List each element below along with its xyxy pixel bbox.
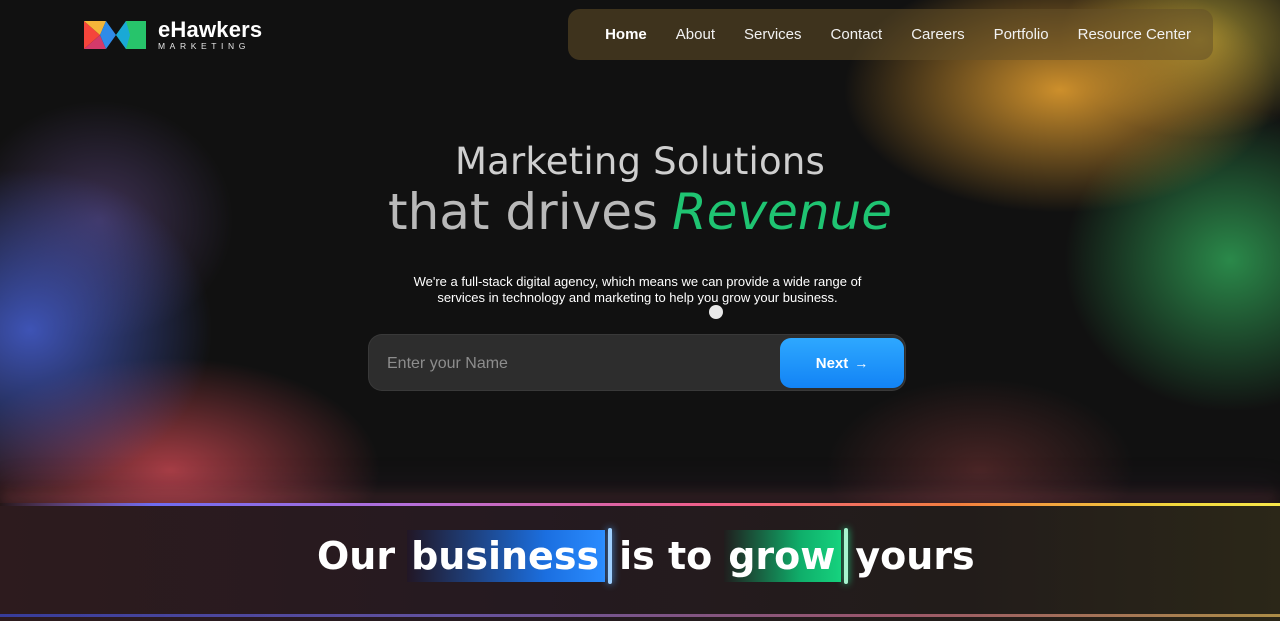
tagline-highlight-grow: grow <box>724 528 849 584</box>
nav-item-contact[interactable]: Contact <box>831 26 883 43</box>
hero-title-line2: that drives Revenue <box>0 183 1280 241</box>
logo-text: eHawkers MARKETING <box>158 19 262 51</box>
tagline-word-our: Our <box>317 534 396 578</box>
tagline-word-yours: yours <box>855 534 975 578</box>
nav-item-careers[interactable]: Careers <box>911 26 964 43</box>
tagline-highlight-business-text: business <box>411 534 600 578</box>
hero-description: We're a full-stack digital agency, which… <box>400 274 875 306</box>
brand-name: eHawkers <box>158 17 263 43</box>
hero-title-plain: that drives <box>387 183 659 241</box>
arrow-right-icon: → <box>854 355 869 371</box>
next-button-label: Next <box>815 354 849 372</box>
band-bottom-divider <box>0 614 1280 617</box>
text-cursor-icon <box>844 528 849 584</box>
name-input[interactable] <box>377 343 784 385</box>
nav-item-services[interactable]: Services <box>744 26 802 43</box>
logo-mark-icon <box>84 21 146 49</box>
hero-title-accent: Revenue <box>672 183 893 241</box>
tagline-word-is-to: is to <box>619 534 713 578</box>
next-button[interactable]: Next → <box>780 338 904 388</box>
nav-item-about[interactable]: About <box>676 26 715 43</box>
name-form: Next → <box>368 334 906 391</box>
hero-title-line1: Marketing Solutions <box>455 140 825 183</box>
mouse-cursor-dot <box>709 305 723 319</box>
nav-item-resource-center[interactable]: Resource Center <box>1078 26 1191 43</box>
brand-logo[interactable]: eHawkers MARKETING <box>84 18 262 52</box>
main-nav: Home About Services Contact Careers Port… <box>568 9 1213 60</box>
nav-item-home[interactable]: Home <box>605 26 647 43</box>
page: eHawkers MARKETING Home About Services C… <box>0 0 1280 621</box>
hero-description-line2: services in technology and marketing to … <box>437 290 838 305</box>
brand-subtitle: MARKETING <box>158 41 250 52</box>
tagline: Our business is to grow yours <box>317 528 987 584</box>
hero-description-line1: We're a full-stack digital agency, which… <box>413 274 862 289</box>
tagline-highlight-business: business <box>407 528 613 584</box>
nav-item-portfolio[interactable]: Portfolio <box>994 26 1049 43</box>
tagline-highlight-grow-text: grow <box>728 534 836 578</box>
text-cursor-icon <box>608 528 613 584</box>
